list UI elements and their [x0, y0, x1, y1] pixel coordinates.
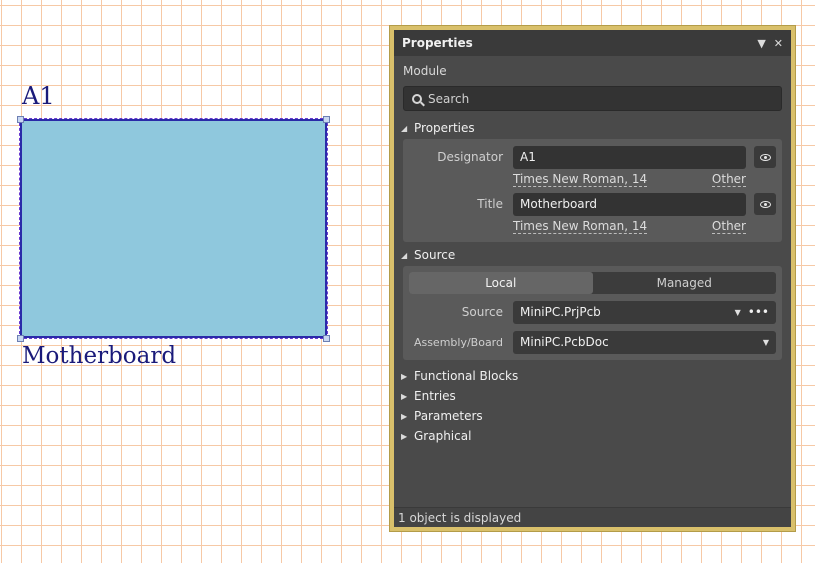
close-icon[interactable]: ✕ — [774, 37, 783, 50]
source-dropdown-controls: ▼ ••• — [735, 305, 769, 319]
panel-header: Properties ▼ ✕ — [394, 30, 791, 56]
panel-header-icons: ▼ ✕ — [757, 37, 783, 50]
status-text: 1 object is displayed — [398, 510, 522, 525]
assembly-row: Assembly/Board MiniPC.PcbDoc ▼ — [409, 330, 776, 354]
eye-icon — [759, 153, 771, 161]
chevron-down-icon[interactable]: ▼ — [735, 308, 741, 317]
properties-panel-frame: Properties ▼ ✕ Module Search ◢ Propertie… — [389, 25, 796, 532]
selection-handle-top-right[interactable] — [323, 116, 330, 123]
sheet-title-text[interactable]: Motherboard — [22, 341, 176, 371]
panel-title: Properties — [402, 36, 473, 50]
eye-icon — [759, 200, 771, 208]
designator-other-link[interactable]: Other — [711, 172, 746, 187]
expand-triangle-icon: ▶ — [401, 411, 408, 421]
chevron-down-icon[interactable]: ▼ — [763, 338, 769, 347]
designator-font-row: Times New Roman, 14 Other — [409, 169, 776, 189]
selection-handle-top-left[interactable] — [17, 116, 24, 123]
assembly-dropdown[interactable]: MiniPC.PcbDoc ▼ — [513, 330, 776, 354]
status-bar: 1 object is displayed — [394, 507, 791, 527]
title-font-link[interactable]: Times New Roman, 14 — [513, 219, 648, 234]
source-label: Source — [461, 305, 503, 319]
assembly-value: MiniPC.PcbDoc — [520, 335, 609, 349]
source-dropdown[interactable]: MiniPC.PrjPcb ▼ ••• — [513, 300, 776, 324]
properties-card: Designator A1 Times New Roman, 14 Other … — [403, 139, 782, 242]
designator-font-link[interactable]: Times New Roman, 14 — [513, 172, 648, 187]
object-type-label: Module — [403, 64, 447, 78]
assembly-label: Assembly/Board — [413, 335, 503, 349]
title-field[interactable]: Motherboard — [513, 192, 746, 216]
collapse-triangle-icon: ◢ — [401, 123, 408, 133]
more-options-icon[interactable]: ••• — [748, 305, 769, 319]
managed-tab[interactable]: Managed — [593, 272, 777, 294]
title-other-link[interactable]: Other — [711, 219, 746, 234]
section-label: Functional Blocks — [414, 369, 519, 383]
functional-blocks-section[interactable]: ▶ Functional Blocks — [394, 366, 791, 386]
title-font-row: Times New Roman, 14 Other — [409, 216, 776, 236]
designator-visibility-button[interactable] — [754, 146, 776, 168]
title-visibility-button[interactable] — [754, 193, 776, 215]
search-input[interactable]: Search — [403, 86, 782, 111]
selection-handle-bottom-right[interactable] — [323, 335, 330, 342]
expand-triangle-icon: ▶ — [401, 371, 408, 381]
collapsed-sections: ▶ Functional Blocks ▶ Entries ▶ Paramete… — [394, 360, 791, 446]
sheet-designator-text[interactable]: A1 — [22, 82, 55, 110]
search-icon — [412, 93, 422, 104]
source-mode-toggle: Local Managed — [409, 272, 776, 294]
collapse-triangle-icon: ◢ — [401, 250, 408, 260]
source-section-label: Source — [414, 248, 456, 262]
title-label: Title — [477, 197, 503, 211]
parameters-section[interactable]: ▶ Parameters — [394, 406, 791, 426]
sheet-symbol-box[interactable] — [19, 118, 328, 339]
source-row: Source MiniPC.PrjPcb ▼ ••• — [409, 300, 776, 324]
properties-section-label: Properties — [414, 121, 475, 135]
source-value: MiniPC.PrjPcb — [520, 305, 601, 319]
search-placeholder: Search — [428, 91, 470, 106]
title-row: Title Motherboard — [409, 192, 776, 216]
properties-section-header[interactable]: ◢ Properties — [394, 117, 791, 139]
designator-field[interactable]: A1 — [513, 145, 746, 169]
section-label: Entries — [414, 389, 456, 403]
graphical-section[interactable]: ▶ Graphical — [394, 426, 791, 446]
entries-section[interactable]: ▶ Entries — [394, 386, 791, 406]
properties-panel: Properties ▼ ✕ Module Search ◢ Propertie… — [394, 30, 791, 527]
expand-triangle-icon: ▶ — [401, 431, 408, 441]
section-label: Graphical — [414, 429, 472, 443]
expand-triangle-icon: ▶ — [401, 391, 408, 401]
source-card: Local Managed Source MiniPC.PrjPcb ▼ •••… — [403, 266, 782, 360]
panel-menu-icon[interactable]: ▼ — [757, 37, 765, 50]
designator-row: Designator A1 — [409, 145, 776, 169]
designator-label: Designator — [437, 150, 503, 164]
section-label: Parameters — [414, 409, 483, 423]
source-section-header[interactable]: ◢ Source — [394, 244, 791, 266]
local-tab[interactable]: Local — [409, 272, 593, 294]
